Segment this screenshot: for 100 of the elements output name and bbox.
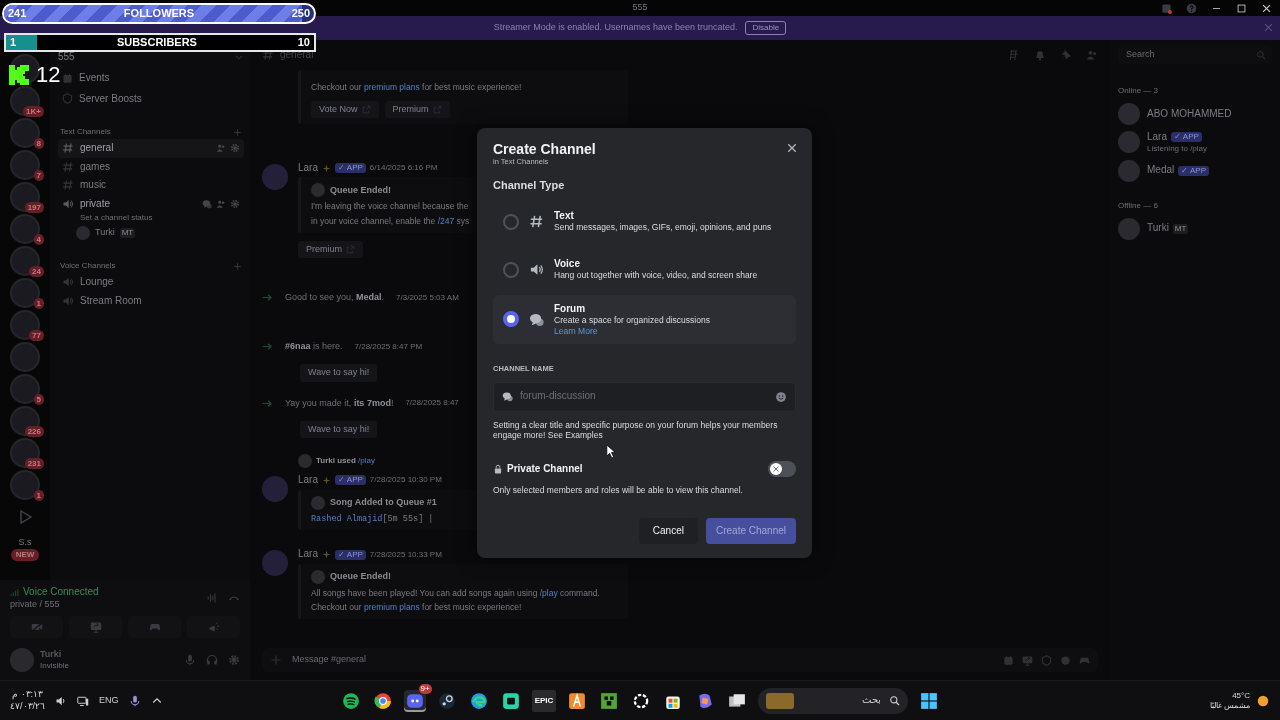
taskbar-app[interactable]: EPIC [531, 689, 557, 712]
author-name[interactable]: Lara [298, 548, 318, 561]
channel-name: Stream Room [80, 294, 142, 307]
member-item[interactable]: Turki MT [1118, 214, 1272, 243]
emoji-icon[interactable] [775, 390, 787, 403]
plus-icon[interactable] [233, 261, 242, 271]
reply-preview[interactable]: Turki used /play [316, 456, 375, 467]
avatar[interactable] [262, 476, 288, 503]
sound-bars-icon[interactable] [206, 592, 218, 605]
channel-item[interactable]: Lounge [58, 273, 244, 292]
invite-icon[interactable] [216, 198, 226, 209]
headphones-icon[interactable] [206, 654, 218, 666]
link-button[interactable]: Vote Now [311, 100, 379, 118]
channel-type-option[interactable]: Voice Hang out together with voice, video, and screen share [493, 246, 796, 293]
clock[interactable]: ٠٣:١٣ م ٤٧/٠٣/٢٦ [10, 689, 45, 712]
microphone-icon[interactable] [128, 694, 141, 707]
see-examples-link[interactable]: See Examples [547, 430, 603, 441]
voice-location[interactable]: private / 555 [10, 598, 99, 610]
language-indicator[interactable]: ENG [99, 694, 119, 707]
avatar[interactable] [10, 648, 34, 672]
app-icon [501, 691, 520, 710]
link[interactable]: /play [358, 456, 375, 466]
message-input[interactable]: Message #general [262, 648, 1098, 672]
forum-icon [502, 391, 513, 403]
channel-status[interactable]: Set a channel status [58, 213, 244, 223]
author-name[interactable]: Lara [298, 474, 318, 487]
category-label[interactable]: Text Channels [60, 127, 111, 137]
members-icon[interactable] [1086, 49, 1098, 61]
settings-icon[interactable] [228, 654, 240, 666]
category-label[interactable]: Voice Channels [60, 261, 116, 271]
link[interactable]: /247 [437, 216, 455, 226]
link[interactable]: /play [539, 587, 558, 598]
channel-type-option[interactable]: Text Send messages, images, GIFs, emoji, opinions, and puns [493, 198, 796, 245]
play-icon[interactable] [17, 509, 33, 525]
threads-icon[interactable] [1008, 49, 1020, 61]
radio-button[interactable] [503, 261, 519, 278]
close-icon[interactable] [1261, 2, 1272, 14]
link[interactable]: Rashed Almajid [311, 513, 383, 524]
pin-icon[interactable] [1060, 49, 1072, 61]
setting-description: Only selected members and roles will be able to view this channel. [493, 484, 744, 496]
member-tag: MT [119, 228, 136, 238]
taskbar-app[interactable] [403, 689, 426, 712]
add-icon[interactable] [270, 654, 282, 666]
channel-item[interactable]: games [58, 157, 244, 176]
inbox-icon[interactable] [1161, 2, 1172, 14]
invite-icon[interactable] [216, 143, 226, 154]
setting-label: Private Channel [507, 462, 583, 476]
chevron-icon[interactable] [234, 52, 244, 62]
network-icon[interactable] [77, 694, 89, 707]
private-toggle[interactable] [768, 460, 796, 477]
wave-button[interactable]: Wave to say hi! [300, 364, 378, 382]
camera-off-button[interactable] [10, 616, 63, 638]
search-input[interactable]: بحث [800, 693, 884, 708]
member-item[interactable]: Lara ✓ APP Listening to /play [1118, 128, 1272, 157]
member-item[interactable]: ABO MOHAMMED [1118, 100, 1272, 128]
avatar[interactable] [262, 163, 288, 190]
search-input[interactable]: Search [1124, 48, 1256, 62]
channel-item[interactable]: music [58, 176, 244, 195]
server-initials[interactable]: S.s NEW [10, 534, 40, 564]
member-name[interactable]: Turki [95, 227, 115, 239]
bell-icon[interactable] [1034, 49, 1046, 61]
channel-name-field[interactable]: forum-discussion [493, 381, 796, 412]
learn-more-link[interactable]: Learn More [554, 325, 710, 337]
link-button[interactable]: Premium [384, 100, 450, 118]
settings-icon[interactable] [230, 198, 240, 209]
sidebar-link[interactable]: Events [79, 72, 110, 85]
disable-button[interactable]: Disable [745, 21, 787, 35]
avatar[interactable] [262, 550, 288, 577]
name-input[interactable]: forum-discussion [518, 389, 770, 404]
channel-item[interactable]: Stream Room [58, 291, 244, 310]
screen-share-button[interactable] [69, 616, 122, 638]
cancel-button[interactable]: Cancel [638, 517, 698, 544]
member-item[interactable]: Medal ✓ APP [1118, 156, 1272, 185]
author-name[interactable]: Lara [298, 161, 318, 175]
wave-button[interactable]: Wave to say hi! [300, 420, 378, 439]
soundboard-button[interactable] [187, 616, 240, 638]
settings-icon[interactable] [230, 143, 240, 154]
radio-button[interactable] [503, 311, 519, 328]
plus-icon[interactable] [233, 127, 242, 137]
gamepad-button[interactable] [128, 616, 181, 638]
close-button[interactable] [786, 142, 798, 154]
sun-icon[interactable] [1256, 693, 1270, 708]
taskbar-search[interactable]: بحث [758, 687, 909, 714]
volume-icon[interactable] [55, 694, 67, 707]
channel-type-option[interactable]: Forum Create a space for organized discussions Learn More [493, 294, 796, 345]
server-name[interactable]: 555 [58, 50, 75, 64]
link-button[interactable]: Premium [298, 240, 363, 258]
help-icon[interactable] [1186, 2, 1197, 14]
unread-count-badge: 77 [29, 330, 44, 341]
channel-item[interactable]: general [58, 139, 244, 158]
maximize-icon[interactable] [1236, 2, 1247, 14]
search-field[interactable]: Search [1118, 46, 1272, 64]
link[interactable]: premium plans [363, 602, 420, 613]
link[interactable]: premium plans [363, 82, 420, 92]
unread-count-badge: 8 [33, 138, 44, 149]
chat-bubble-icon[interactable] [202, 198, 212, 209]
message-field[interactable]: Message #general [290, 653, 995, 667]
channel-item[interactable]: private [58, 194, 244, 213]
radio-button[interactable] [503, 213, 519, 230]
sidebar-link[interactable]: Server Boosts [79, 92, 142, 105]
